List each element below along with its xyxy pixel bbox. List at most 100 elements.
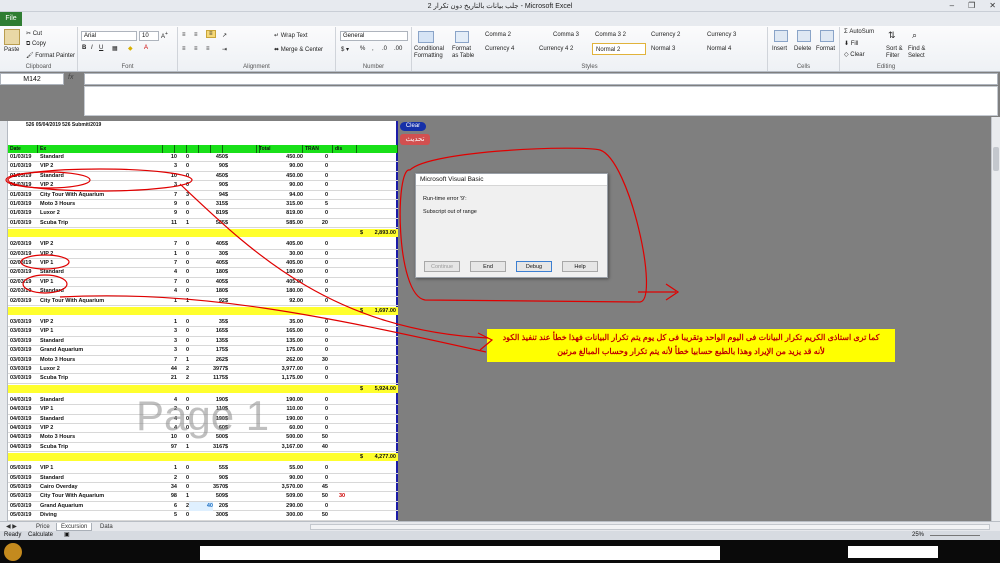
table-cell[interactable]: 98 (165, 492, 177, 501)
find-select-button[interactable]: Find & Select (908, 46, 932, 60)
align-top-icon[interactable]: ≡ (182, 32, 186, 38)
table-cell[interactable]: VIP 2 (40, 181, 165, 190)
table-cell[interactable]: 0 (308, 474, 328, 483)
table-cell[interactable]: 2 (177, 374, 189, 383)
table-cell[interactable]: 5 (308, 200, 328, 209)
table-cell[interactable]: 10 (165, 172, 177, 181)
table-cell[interactable]: 90.00 (257, 181, 303, 190)
table-cell[interactable]: Diving (40, 511, 165, 520)
table-cell[interactable]: Standard (40, 172, 165, 181)
table-cell[interactable]: Standard (40, 153, 165, 162)
table-cell[interactable]: 1 (177, 492, 189, 501)
table-cell[interactable]: 0 (308, 415, 328, 424)
group-total-row[interactable]: $4,277.00 (8, 453, 398, 462)
table-cell[interactable]: 01/03/19 (10, 162, 40, 171)
number-format-select[interactable]: General (340, 31, 408, 41)
table-cell[interactable]: 01/03/19 (10, 219, 40, 228)
group-total-value[interactable]: 4,277.00 (370, 453, 396, 461)
table-cell[interactable]: 03/03/19 (10, 356, 40, 365)
help-button[interactable]: Help (562, 261, 598, 272)
bold-icon[interactable]: B (82, 45, 86, 51)
table-cell[interactable]: $ (225, 250, 257, 259)
continue-button[interactable]: Continue (424, 261, 460, 272)
table-cell[interactable]: 20 (213, 502, 225, 511)
table-row[interactable]: 02/03/19 City Tour With Aquarium 1 1 92 $92.0… (8, 297, 398, 306)
table-cell[interactable]: 0 (177, 511, 189, 520)
header-excursion[interactable]: Ex (38, 145, 163, 153)
percent-icon[interactable]: % (360, 46, 365, 52)
table-cell[interactable]: 03/03/19 (10, 318, 40, 327)
table-cell[interactable]: 90 (213, 474, 225, 483)
table-row[interactable]: 05/03/19 VIP 1 1 0 55 $55.00 0 (8, 464, 398, 474)
paste-button[interactable]: Paste (4, 47, 19, 53)
copy-button[interactable]: ⧉ Copy (26, 41, 46, 48)
format-painter-button[interactable]: 🖌 Format Painter (26, 52, 75, 59)
table-cell[interactable]: 819.00 (257, 209, 303, 218)
table-cell[interactable]: 04/03/19 (10, 443, 40, 452)
group-total-value[interactable]: 2,893.00 (370, 229, 396, 237)
table-cell[interactable]: 450 (213, 172, 225, 181)
table-row[interactable]: 01/03/19 Scuba Trip 11 1 585 $585.00 20 (8, 219, 398, 229)
table-cell[interactable]: 165.00 (257, 327, 303, 336)
table-row[interactable]: 03/03/19 Luxor 2 44 2 3977 $3,977.00 0 (8, 365, 398, 375)
table-cell[interactable]: 01/03/19 (10, 153, 40, 162)
table-cell[interactable]: $ (225, 365, 257, 374)
style-comma-2[interactable]: Comma 2 (482, 29, 550, 41)
table-row[interactable]: 03/03/19 Scuba Trip 21 2 1175 $1,175.00 0 (8, 374, 398, 384)
table-cell[interactable]: 02/03/19 (10, 259, 40, 268)
table-cell[interactable]: 0 (177, 240, 189, 249)
table-cell[interactable]: $ (225, 240, 257, 249)
table-cell[interactable]: City Tour With Aquarium (40, 492, 165, 501)
table-cell[interactable]: City Tour With Aquarium (40, 297, 165, 306)
group-total-value[interactable]: 5,924.00 (370, 385, 396, 393)
table-cell[interactable]: 0 (177, 337, 189, 346)
table-cell[interactable]: 92.00 (257, 297, 303, 306)
table-cell[interactable]: 0 (177, 200, 189, 209)
table-cell[interactable]: 05/03/19 (10, 502, 40, 511)
align-center-icon[interactable]: ≡ (194, 46, 198, 52)
table-cell[interactable]: 34 (165, 483, 177, 492)
table-cell[interactable]: 7 (165, 356, 177, 365)
table-cell[interactable]: 300.00 (257, 511, 303, 520)
table-cell[interactable]: 40 (189, 501, 213, 511)
table-cell[interactable]: $ (225, 483, 257, 492)
insert-button[interactable]: Insert (772, 46, 787, 52)
table-cell[interactable]: 0 (308, 191, 328, 200)
table-cell[interactable]: $ (225, 356, 257, 365)
table-cell[interactable]: 0 (177, 278, 189, 287)
decrease-decimal-icon[interactable]: .00 (394, 46, 402, 52)
table-cell[interactable]: 35.00 (257, 318, 303, 327)
table-cell[interactable]: 04/03/19 (10, 396, 40, 405)
delete-cells-icon[interactable] (797, 30, 811, 42)
table-row[interactable]: 02/03/19 VIP 2 1 0 30 $30.00 0 (8, 250, 398, 259)
table-cell[interactable]: 4 (165, 287, 177, 296)
table-cell[interactable]: Scuba Trip (40, 443, 165, 452)
table-cell[interactable]: 03/03/19 (10, 327, 40, 336)
sort-filter-button[interactable]: Sort & Filter (886, 46, 908, 60)
table-cell[interactable]: 02/03/19 (10, 240, 40, 249)
table-cell[interactable]: 01/03/19 (10, 172, 40, 181)
table-cell[interactable]: 175 (213, 346, 225, 355)
table-cell[interactable]: Moto 3 Hours (40, 356, 165, 365)
table-cell[interactable]: $ (225, 327, 257, 336)
table-cell[interactable]: 03/03/19 (10, 365, 40, 374)
table-cell[interactable]: 0 (308, 502, 328, 511)
header-col3[interactable] (163, 145, 175, 153)
restore-icon[interactable]: ❐ (968, 1, 975, 10)
header-total[interactable]: Total (257, 145, 303, 153)
table-cell[interactable]: 90 (213, 181, 225, 190)
table-cell[interactable]: 3 (165, 337, 177, 346)
table-row[interactable]: 04/03/19 Scuba Trip 97 1 3167 $3,167.00 40 (8, 443, 398, 453)
table-cell[interactable]: 04/03/19 (10, 424, 40, 433)
comma-icon[interactable]: , (372, 46, 374, 52)
table-cell[interactable]: 1175 (213, 374, 225, 383)
table-cell[interactable]: 6 (165, 502, 177, 511)
table-cell[interactable]: 7 (165, 278, 177, 287)
table-cell[interactable]: $ (225, 259, 257, 268)
table-cell[interactable]: 509 (213, 492, 225, 501)
fill-color-icon[interactable]: ◆ (128, 45, 133, 52)
table-cell[interactable]: 1 (165, 297, 177, 306)
paste-icon[interactable] (4, 29, 20, 45)
align-middle-icon[interactable]: ≡ (194, 32, 198, 38)
formula-input[interactable] (84, 73, 998, 85)
